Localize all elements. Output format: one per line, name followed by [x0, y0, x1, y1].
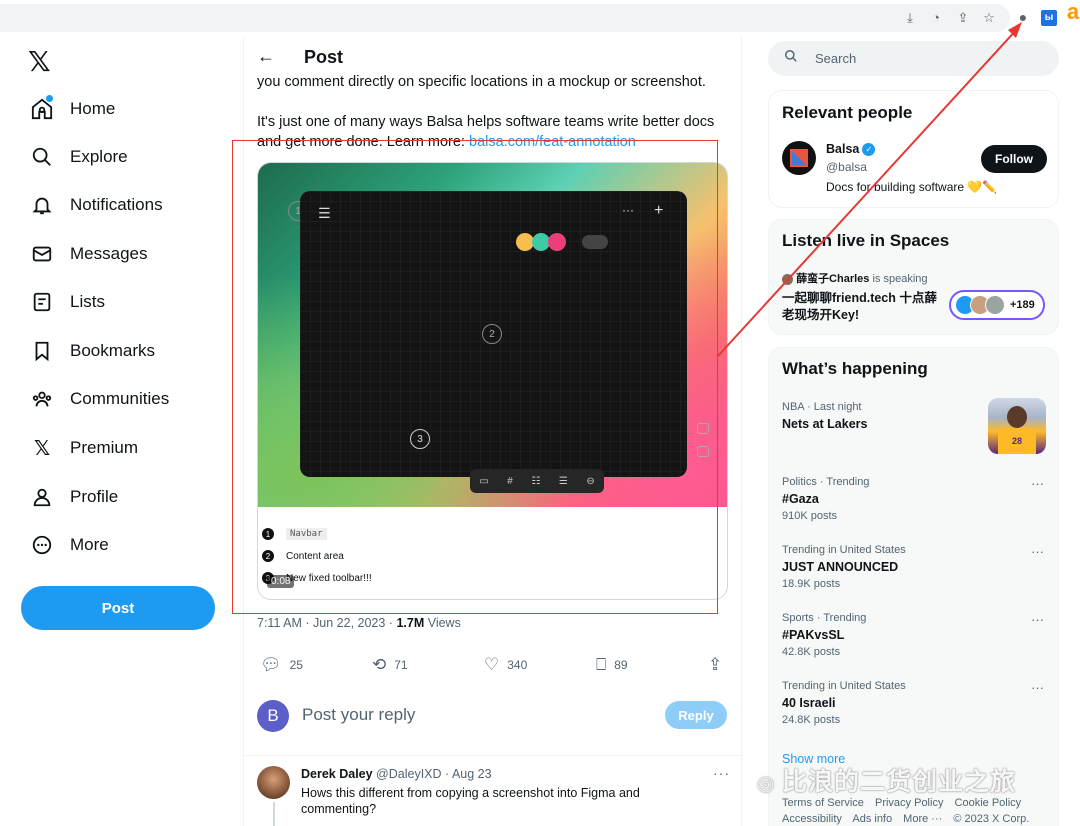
annotation-arrow: [717, 22, 1022, 357]
